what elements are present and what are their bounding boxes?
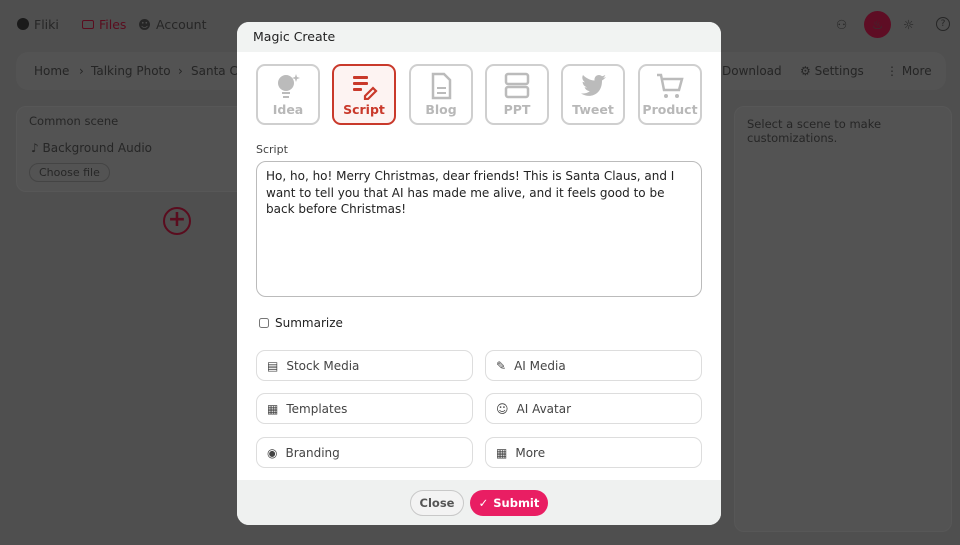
- add-scene-icon[interactable]: +: [163, 207, 191, 235]
- ai-media-button[interactable]: ✎ AI Media: [485, 350, 702, 381]
- user-icon: ☻: [138, 16, 152, 32]
- tab-label: Idea: [272, 102, 304, 117]
- submit-label: Submit: [493, 496, 540, 510]
- audio-label: Background Audio: [42, 141, 153, 155]
- panel-title: Common scene: [29, 114, 119, 128]
- close-button[interactable]: Close: [410, 490, 464, 516]
- customization-hint: Select a scene to make customizations.: [747, 117, 882, 145]
- option-label: More: [515, 445, 546, 460]
- summarize-checkbox[interactable]: Summarize: [259, 316, 343, 330]
- person-icon: ☺: [496, 401, 509, 416]
- script-edit-icon: [353, 76, 378, 100]
- more-button[interactable]: ⋮ More: [886, 64, 932, 78]
- magic-create-modal: Magic Create Idea Script Blog PPT Tweet …: [237, 22, 721, 525]
- tab-label: PPT: [503, 102, 531, 117]
- background-audio: ♪ Background Audio: [31, 141, 152, 155]
- tab-label: Script: [343, 102, 385, 117]
- document-icon: [431, 72, 452, 100]
- templates-icon: ▦: [267, 401, 279, 416]
- tab-blog[interactable]: Blog: [409, 64, 473, 125]
- more-label: More: [901, 64, 932, 78]
- summarize-check[interactable]: [259, 318, 269, 328]
- cart-icon: [657, 73, 684, 98]
- choose-file-button[interactable]: Choose file: [29, 163, 110, 182]
- tab-tweet[interactable]: Tweet: [561, 64, 625, 125]
- more-options-button[interactable]: ▦ More: [485, 437, 702, 468]
- branding-button[interactable]: ◉ Branding: [256, 437, 473, 468]
- gear-icon: ⚙: [800, 64, 811, 78]
- palette-icon: ◉: [267, 445, 278, 460]
- crumb-talking-photo[interactable]: Talking Photo: [91, 64, 171, 78]
- crumb-current: Santa Cl: [191, 64, 242, 78]
- tab-label: Product: [642, 102, 698, 117]
- common-scene-panel: Common scene ♪ Background Audio Choose f…: [16, 106, 246, 192]
- nav-account[interactable]: ☻ Account: [138, 17, 207, 32]
- theme-sun-icon[interactable]: ☼: [903, 17, 914, 32]
- option-label: Stock Media: [286, 358, 360, 373]
- music-note-icon: ♪: [31, 141, 39, 155]
- submit-button[interactable]: ✓ Submit: [470, 490, 548, 516]
- kebab-icon: ⋮: [886, 64, 898, 78]
- crumb-home[interactable]: Home: [34, 64, 69, 78]
- check-icon: ✓: [478, 496, 489, 510]
- twitter-icon: [581, 74, 606, 96]
- option-label: AI Avatar: [516, 401, 572, 416]
- customization-panel: Select a scene to make customizations.: [734, 106, 952, 532]
- tab-product[interactable]: Product: [638, 64, 702, 125]
- option-label: Branding: [285, 445, 340, 460]
- tab-label: Blog: [425, 102, 457, 117]
- nav-files[interactable]: Files: [82, 17, 126, 32]
- image-stack-icon: ▤: [267, 358, 279, 373]
- option-label: Templates: [286, 401, 348, 416]
- stock-media-button[interactable]: ▤ Stock Media: [256, 350, 473, 381]
- lightbulb-icon: [278, 74, 300, 98]
- tab-label: Tweet: [572, 102, 614, 117]
- tab-ppt[interactable]: PPT: [485, 64, 549, 125]
- summarize-label: Summarize: [275, 316, 343, 330]
- fliki-logo-icon: [17, 18, 29, 30]
- grid-icon: ▦: [496, 445, 508, 460]
- script-label: Script: [256, 143, 288, 156]
- download-button[interactable]: Download: [722, 64, 782, 78]
- modal-footer: Close ✓ Submit: [237, 480, 721, 525]
- slides-icon: [504, 72, 530, 99]
- ai-avatar-button[interactable]: ☺ AI Avatar: [485, 393, 702, 424]
- magic-pen-icon: ✎: [496, 358, 507, 373]
- brand[interactable]: Fliki: [17, 17, 59, 32]
- nav-account-label: Account: [156, 16, 207, 32]
- settings-button[interactable]: ⚙ Settings: [800, 64, 864, 78]
- script-textarea[interactable]: Ho, ho, ho! Merry Christmas, dear friend…: [256, 161, 702, 297]
- templates-button[interactable]: ▦ Templates: [256, 393, 473, 424]
- avatar[interactable]: ♨: [864, 11, 891, 38]
- tab-script[interactable]: Script: [332, 64, 396, 125]
- modal-title: Magic Create: [237, 22, 721, 52]
- option-label: AI Media: [514, 358, 566, 373]
- tab-idea[interactable]: Idea: [256, 64, 320, 125]
- brand-label: Fliki: [34, 16, 59, 32]
- team-icon[interactable]: ⚇: [836, 17, 847, 32]
- settings-label: Settings: [814, 64, 864, 78]
- nav-files-label: Files: [99, 16, 127, 32]
- help-icon[interactable]: ?: [936, 17, 950, 31]
- folder-icon: [82, 19, 94, 29]
